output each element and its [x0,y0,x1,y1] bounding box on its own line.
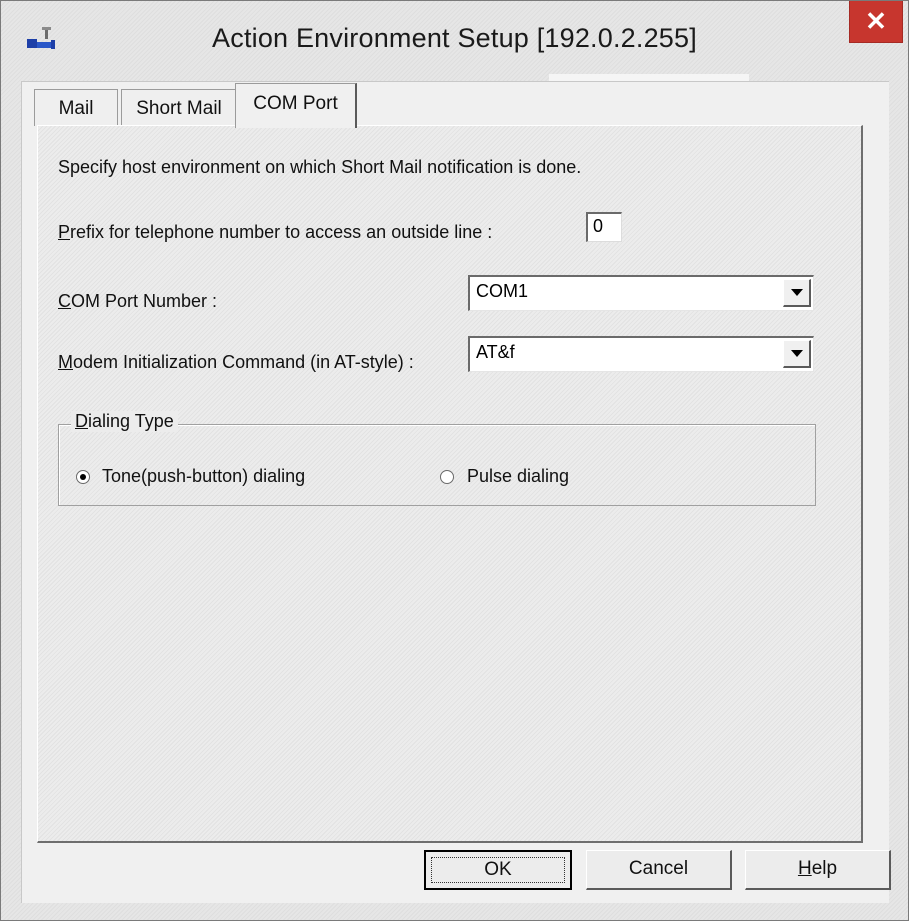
tab-com-port[interactable]: COM Port [235,83,357,128]
description-text: Specify host environment on which Short … [58,157,582,177]
help-button[interactable]: Help [745,850,891,890]
help-button-mnemonic: H [797,858,812,879]
chevron-down-icon[interactable] [783,340,811,368]
prefix-label: Prefix for telephone number to access an… [58,222,492,243]
com-port-value: COM1 [476,281,529,301]
pulse-dialing-radio[interactable] [440,470,454,484]
tab-mail[interactable]: Mail [34,89,118,126]
modem-command-select[interactable]: AT&f [468,336,814,372]
prefix-input[interactable]: 0 [586,212,622,242]
modem-label: Modem Initialization Command (in AT-styl… [58,352,414,373]
com-port-select[interactable]: COM1 [468,275,814,311]
com-port-label: COM Port Number : [58,291,217,312]
close-icon: ✕ [865,6,887,36]
tab-com-port-label: COM Port [253,93,338,114]
tone-dialing-label[interactable]: Tone(push-button) dialing [102,466,305,487]
tab-short-mail-label: Short Mail [136,98,222,119]
title-bar[interactable]: Action Environment Setup [192.0.2.255] ✕ [1,1,908,81]
focus-rectangle [431,857,565,883]
modem-label-text: odem Initialization Command (in AT-style… [73,352,414,372]
com-port-label-mnemonic: C [58,291,71,311]
dialing-type-title: Dialing Type [71,411,178,432]
prefix-label-mnemonic: P [58,222,71,242]
chevron-down-icon[interactable] [783,279,811,307]
prefix-label-text: refix for telephone number to access an … [70,222,493,242]
modem-command-value: AT&f [476,342,515,362]
tab-short-mail[interactable]: Short Mail [121,89,237,126]
com-port-label-text: OM Port Number : [71,291,218,311]
tab-mail-label: Mail [58,98,94,119]
window-title: Action Environment Setup [192.0.2.255] [212,23,697,53]
help-button-label: elp [811,858,838,879]
dialing-type-mnemonic: D [75,411,88,431]
dialog-window: Action Environment Setup [192.0.2.255] ✕… [0,0,909,921]
dialing-type-text: ialing Type [88,411,174,431]
ok-button[interactable]: OK [424,850,572,890]
dialing-type-group [58,424,816,506]
tone-dialing-radio[interactable] [76,470,90,484]
pulse-dialing-label[interactable]: Pulse dialing [467,466,569,487]
cancel-button[interactable]: Cancel [586,850,732,890]
close-button[interactable]: ✕ [849,1,903,43]
title-divider [549,74,749,81]
modem-label-mnemonic: M [58,352,73,372]
cancel-button-label: Cancel [628,858,689,879]
